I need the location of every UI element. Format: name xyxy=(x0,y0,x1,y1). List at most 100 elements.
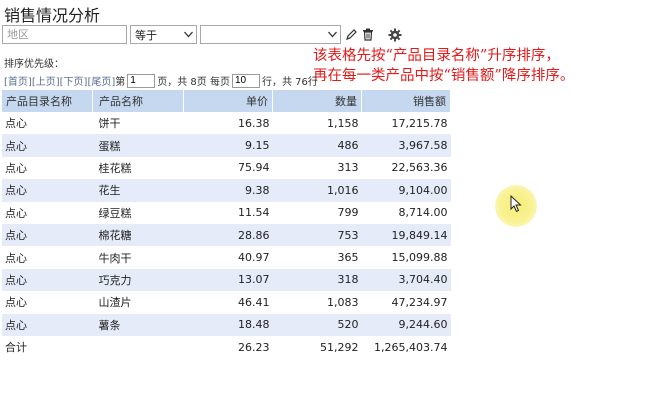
next-page-link[interactable]: [下页] xyxy=(60,73,88,88)
table-row: 点心 牛肉干 40.97 365 15,099.88 xyxy=(2,246,451,269)
total-cell: 26.23 xyxy=(183,335,273,359)
table-row: 点心 棉花糖 28.86 753 19,849.14 xyxy=(2,223,451,247)
table-cell: 饼干 xyxy=(92,112,184,135)
table-cell: 巧克力 xyxy=(92,268,184,292)
column-header[interactable]: 销售额 xyxy=(361,90,451,112)
table-cell: 山渣片 xyxy=(92,291,184,314)
sort-priority-label: 排序优先级： xyxy=(4,59,64,70)
table-row: 点心 薯条 18.48 520 9,244.60 xyxy=(2,313,451,336)
table-row: 点心 花生 9.38 1,016 9,104.00 xyxy=(2,179,451,202)
sales-table: 产品目录名称 产品名称 单价 数量 销售额 点心 饼干 16.38 1,158 … xyxy=(2,90,451,359)
table-cell: 绿豆糕 xyxy=(92,201,184,224)
table-cell: 46.41 xyxy=(183,291,273,314)
table-row: 点心 巧克力 13.07 318 3,704.40 xyxy=(2,268,451,292)
note-line: 该表格先按“产品目录名称”升序排序， xyxy=(313,48,560,64)
column-header[interactable]: 产品名称 xyxy=(92,90,184,112)
total-cell: 合计 xyxy=(2,335,93,359)
table-cell: 点心 xyxy=(2,313,93,336)
chevron-down-icon xyxy=(184,31,193,38)
page-suffix: 页，共 8页 每页 xyxy=(157,77,230,88)
mouse-cursor-highlight xyxy=(495,185,537,227)
annotation-note: 该表格先按“产品目录名称”升序排序， 再在每一类产品中按“销售额”降序排序。 xyxy=(313,46,574,86)
table-cell: 318 xyxy=(272,268,362,292)
table-cell: 16.38 xyxy=(183,112,273,135)
table-cell: 313 xyxy=(272,156,362,180)
table-cell: 1,083 xyxy=(272,291,362,314)
pagination: [首页] [上页] [下页] [尾页] 第 页，共 8页 每页 行，共 76行 xyxy=(4,73,318,88)
table-cell: 486 xyxy=(272,134,362,157)
page-prefix: 第 xyxy=(115,77,126,88)
table-cell: 点心 xyxy=(2,291,93,314)
table-cell: 18.48 xyxy=(183,313,273,336)
column-header[interactable]: 产品目录名称 xyxy=(2,90,93,112)
table-cell: 75.94 xyxy=(183,156,273,180)
table-cell: 11.54 xyxy=(183,201,273,224)
pencil-icon[interactable] xyxy=(344,28,358,42)
table-cell: 799 xyxy=(272,201,362,224)
table-cell: 22,563.36 xyxy=(361,156,451,180)
filter-bar: 等于 xyxy=(2,25,402,44)
table-cell: 花生 xyxy=(92,179,184,202)
note-line: 再在每一类产品中按“销售额”降序排序。 xyxy=(313,68,575,84)
table-cell: 点心 xyxy=(2,112,93,135)
table-row: 点心 山渣片 46.41 1,083 47,234.97 xyxy=(2,291,451,314)
table-cell: 3,967.58 xyxy=(361,134,451,157)
table-header-row: 产品目录名称 产品名称 单价 数量 销售额 xyxy=(2,90,451,112)
trash-icon[interactable] xyxy=(361,28,375,42)
table-cell: 9,104.00 xyxy=(361,179,451,202)
page-number-input[interactable] xyxy=(127,73,156,88)
table-cell: 13.07 xyxy=(183,268,273,292)
table-cell: 点心 xyxy=(2,134,93,157)
table-cell: 蛋糕 xyxy=(92,134,184,157)
table-row: 点心 蛋糕 9.15 486 3,967.58 xyxy=(2,134,451,157)
table-row: 点心 绿豆糕 11.54 799 8,714.00 xyxy=(2,201,451,224)
last-page-link[interactable]: [尾页] xyxy=(87,73,115,88)
table-cell: 点心 xyxy=(2,246,93,269)
size-suffix: 行，共 76行 xyxy=(261,77,318,88)
table-cell: 365 xyxy=(272,246,362,269)
table-cell: 3,704.40 xyxy=(361,268,451,292)
table-cell: 9,244.60 xyxy=(361,313,451,336)
page-title: 销售情况分析 xyxy=(4,6,101,25)
table-cell: 753 xyxy=(272,223,362,247)
table-cell: 28.86 xyxy=(183,223,273,247)
total-cell xyxy=(92,335,184,359)
column-header[interactable]: 单价 xyxy=(183,90,273,112)
table-cell: 520 xyxy=(272,313,362,336)
table-cell: 15,099.88 xyxy=(361,246,451,269)
table-cell: 1,158 xyxy=(272,112,362,135)
table-cell: 点心 xyxy=(2,268,93,292)
table-cell: 薯条 xyxy=(92,313,184,336)
table-row: 点心 桂花糕 75.94 313 22,563.36 xyxy=(2,156,451,180)
table-cell: 47,234.97 xyxy=(361,291,451,314)
chevron-down-icon xyxy=(328,31,337,38)
table-cell: 牛肉干 xyxy=(92,246,184,269)
table-cell: 40.97 xyxy=(183,246,273,269)
gear-icon[interactable] xyxy=(388,28,402,42)
table-cell: 点心 xyxy=(2,179,93,202)
table-cell: 9.15 xyxy=(183,134,273,157)
table-cell: 19,849.14 xyxy=(361,223,451,247)
table-cell: 1,016 xyxy=(272,179,362,202)
table-cell: 点心 xyxy=(2,223,93,247)
table-cell: 桂花糕 xyxy=(92,156,184,180)
first-page-link[interactable]: [首页] xyxy=(4,73,32,88)
mouse-pointer-icon xyxy=(510,195,522,213)
table-cell: 点心 xyxy=(2,201,93,224)
column-header[interactable]: 数量 xyxy=(272,90,362,112)
value-select[interactable] xyxy=(200,25,341,44)
operator-value: 等于 xyxy=(135,28,157,42)
table-cell: 棉花糖 xyxy=(92,223,184,247)
table-row: 点心 饼干 16.38 1,158 17,215.78 xyxy=(2,112,451,135)
table-cell: 8,714.00 xyxy=(361,201,451,224)
region-input[interactable] xyxy=(2,25,127,44)
table-cell: 17,215.78 xyxy=(361,112,451,135)
table-cell: 9.38 xyxy=(183,179,273,202)
total-cell: 51,292 xyxy=(272,335,362,359)
table-cell: 点心 xyxy=(2,156,93,180)
page-size-input[interactable] xyxy=(231,73,260,88)
prev-page-link[interactable]: [上页] xyxy=(32,73,60,88)
total-cell: 1,265,403.74 xyxy=(361,335,451,359)
table-total-row: 合计 26.23 51,292 1,265,403.74 xyxy=(2,335,451,359)
operator-select[interactable]: 等于 xyxy=(130,25,197,44)
